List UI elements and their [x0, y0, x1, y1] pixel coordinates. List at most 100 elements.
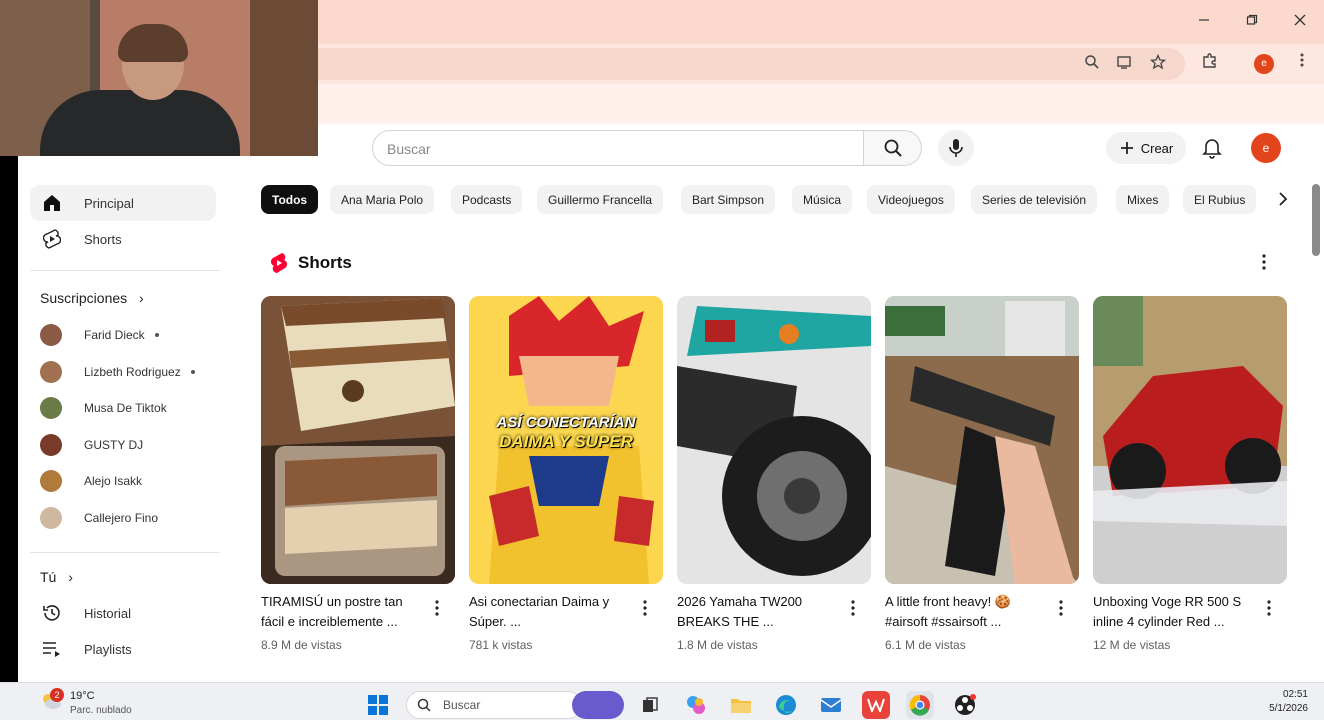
- mail-icon[interactable]: [817, 691, 845, 719]
- cast-icon[interactable]: [1114, 54, 1134, 74]
- sidebar-item-historial[interactable]: Historial: [30, 595, 216, 631]
- short-thumbnail[interactable]: [1093, 296, 1287, 584]
- short-thumbnail[interactable]: ASÍ CONECTARÍAN DAIMA Y SUPER: [469, 296, 663, 584]
- short-views: 1.8 M de vistas: [677, 638, 758, 652]
- channel-name: Musa De Tiktok: [84, 401, 167, 415]
- sidebar-item-label: Principal: [84, 195, 134, 211]
- short-thumbnail[interactable]: [677, 296, 871, 584]
- short-title[interactable]: Unboxing Voge RR 500 S inline 4 cylinder…: [1093, 592, 1257, 632]
- chrome-icon[interactable]: [906, 691, 934, 719]
- filter-chip[interactable]: Música: [792, 185, 853, 214]
- more-vert-icon: [1300, 53, 1304, 67]
- sidebar-subscription-item[interactable]: Lizbeth Rodriguez: [40, 358, 220, 386]
- channel-avatar: [40, 324, 62, 346]
- thumbnail-caption-1: ASÍ CONECTARÍAN: [496, 414, 636, 431]
- puzzle-icon: [1203, 53, 1216, 68]
- filter-chip[interactable]: Mixes: [1116, 185, 1170, 214]
- edge-icon[interactable]: [772, 691, 800, 719]
- wps-office-icon[interactable]: [862, 691, 890, 719]
- sidebar-item-principal[interactable]: Principal: [30, 185, 216, 221]
- channel-avatar: [40, 360, 62, 383]
- short-card[interactable]: [1093, 296, 1287, 584]
- create-button[interactable]: Crear: [1106, 132, 1186, 164]
- browser-profile-button[interactable]: e: [1254, 54, 1274, 74]
- extensions-button[interactable]: [1198, 52, 1222, 76]
- chips-next-button[interactable]: [1272, 188, 1294, 210]
- channel-avatar: [40, 397, 62, 419]
- channel-name: Alejo Isakk: [84, 474, 143, 488]
- more-vert-icon: [851, 600, 855, 616]
- filter-chip[interactable]: Series de televisión: [971, 185, 1098, 214]
- channel-name: GUSTY DJ: [84, 437, 144, 452]
- voice-search-button[interactable]: [938, 130, 974, 166]
- short-card[interactable]: ASÍ CONECTARÍAN DAIMA Y SUPER: [469, 296, 663, 584]
- short-title[interactable]: Asi conectarian Daima y Súper. ...: [469, 592, 633, 632]
- short-card[interactable]: [677, 296, 871, 584]
- zoom-icon[interactable]: [1082, 54, 1102, 74]
- short-card[interactable]: [885, 296, 1079, 584]
- sidebar-subscription-item[interactable]: Musa De Tiktok: [40, 394, 220, 422]
- restore-button[interactable]: [1228, 0, 1276, 40]
- microphone-icon: [949, 139, 963, 157]
- filter-chip[interactable]: Guillermo Francella: [537, 185, 664, 214]
- short-views: 8.9 M de vistas: [261, 638, 342, 652]
- more-vert-icon: [643, 600, 647, 616]
- more-vert-icon: [1262, 254, 1266, 270]
- short-card[interactable]: [261, 296, 455, 584]
- plus-icon: [1120, 142, 1133, 154]
- sidebar-subscription-item[interactable]: Farid Dieck: [40, 321, 220, 349]
- short-menu-button[interactable]: [1059, 600, 1063, 621]
- create-label: Crear: [1140, 140, 1174, 156]
- short-menu-button[interactable]: [435, 600, 439, 621]
- short-title[interactable]: 2026 Yamaha TW200 BREAKS THE ...: [677, 592, 841, 632]
- close-window-button[interactable]: [1276, 0, 1324, 40]
- sidebar-item-playlists[interactable]: Playlists: [30, 631, 216, 667]
- file-explorer-icon[interactable]: [727, 691, 755, 719]
- short-title[interactable]: TIRAMISÚ un postre tan fácil e increible…: [261, 592, 425, 632]
- taskbar-clock[interactable]: 02:51 5/1/2026: [1269, 688, 1308, 716]
- filter-chip[interactable]: El Rubius: [1183, 185, 1257, 214]
- scrollbar-thumb[interactable]: [1312, 184, 1320, 256]
- task-view-icon[interactable]: [636, 691, 664, 719]
- browser-menu-button[interactable]: [1290, 52, 1314, 76]
- sidebar-subscription-item[interactable]: Callejero Fino: [40, 504, 220, 532]
- filter-chip[interactable]: Todos: [261, 185, 319, 214]
- search-icon: [884, 139, 902, 157]
- sidebar-item-shorts[interactable]: Shorts: [30, 221, 216, 257]
- filter-chip[interactable]: Videojuegos: [867, 185, 955, 214]
- star-icon[interactable]: [1148, 53, 1168, 74]
- you-header[interactable]: Tú ›: [40, 569, 73, 585]
- short-thumbnail[interactable]: [261, 296, 455, 584]
- copilot-icon[interactable]: [682, 691, 710, 719]
- obs-icon[interactable]: [951, 691, 979, 719]
- weather-label: Parc. nublado: [70, 705, 132, 716]
- taskbar-search[interactable]: Buscar: [406, 691, 582, 719]
- short-menu-button[interactable]: [1267, 600, 1271, 621]
- taskbar-search-label: Buscar: [443, 698, 481, 712]
- new-content-dot: [190, 369, 195, 374]
- more-vert-icon: [1059, 600, 1063, 616]
- short-title[interactable]: A little front heavy! 🍪 #airsoft #ssairs…: [885, 592, 1049, 632]
- start-button[interactable]: [364, 691, 392, 719]
- short-menu-button[interactable]: [851, 600, 855, 621]
- search-input[interactable]: Buscar: [372, 130, 864, 166]
- widgets-image-icon[interactable]: [572, 691, 624, 719]
- short-views: 781 k vistas: [469, 638, 533, 652]
- search-button[interactable]: [864, 130, 922, 166]
- shorts-section-menu-button[interactable]: [1262, 254, 1266, 275]
- chevron-right-icon: ›: [68, 569, 73, 585]
- subscriptions-header[interactable]: Suscripciones ›: [40, 290, 144, 306]
- sidebar-subscription-item[interactable]: Alejo Isakk: [40, 467, 220, 495]
- channel-name: Lizbeth Rodriguez: [84, 364, 181, 379]
- filter-chip[interactable]: Ana Maria Polo: [330, 185, 435, 214]
- account-avatar[interactable]: e: [1251, 133, 1281, 163]
- filter-chip[interactable]: Podcasts: [451, 185, 523, 214]
- notifications-button[interactable]: [1198, 134, 1226, 162]
- short-menu-button[interactable]: [643, 600, 647, 621]
- short-thumbnail[interactable]: [885, 296, 1079, 584]
- address-bar[interactable]: [300, 48, 1185, 80]
- short-views: 12 M de vistas: [1093, 638, 1171, 652]
- minimize-button[interactable]: [1180, 0, 1228, 40]
- filter-chip[interactable]: Bart Simpson: [681, 185, 776, 214]
- sidebar-subscription-item[interactable]: GUSTY DJ: [40, 431, 220, 459]
